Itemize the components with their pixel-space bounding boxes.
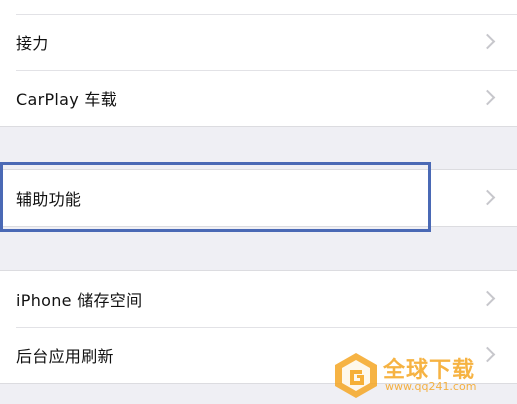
chevron-right-icon bbox=[479, 33, 496, 50]
settings-row-background-refresh[interactable]: 后台应用刷新 bbox=[0, 327, 517, 383]
chevron-right-icon bbox=[479, 89, 496, 106]
row-label-carplay: CarPlay 车载 bbox=[16, 90, 118, 109]
settings-row-handoff[interactable]: 接力 bbox=[0, 14, 517, 70]
row-label-accessibility: 辅助功能 bbox=[16, 190, 82, 209]
chevron-right-icon bbox=[479, 290, 496, 307]
settings-group-accessibility: 辅助功能 bbox=[0, 169, 517, 227]
settings-row-partial bbox=[0, 0, 517, 14]
chevron-right-icon bbox=[479, 346, 496, 363]
row-label-background-refresh: 后台应用刷新 bbox=[16, 347, 114, 366]
chevron-right-icon bbox=[479, 189, 496, 206]
settings-row-carplay[interactable]: CarPlay 车载 bbox=[0, 70, 517, 126]
settings-group-storage: iPhone 储存空间 后台应用刷新 bbox=[0, 270, 517, 384]
settings-row-iphone-storage[interactable]: iPhone 储存空间 bbox=[0, 271, 517, 327]
settings-screen: 接力 CarPlay 车载 辅助功能 iPhone 储存空间 后台应用刷新 全球… bbox=[0, 0, 517, 404]
settings-group-top: 接力 CarPlay 车载 bbox=[0, 0, 517, 127]
row-label-iphone-storage: iPhone 储存空间 bbox=[16, 291, 143, 310]
row-label-handoff: 接力 bbox=[16, 34, 49, 53]
settings-row-accessibility[interactable]: 辅助功能 bbox=[0, 170, 517, 226]
